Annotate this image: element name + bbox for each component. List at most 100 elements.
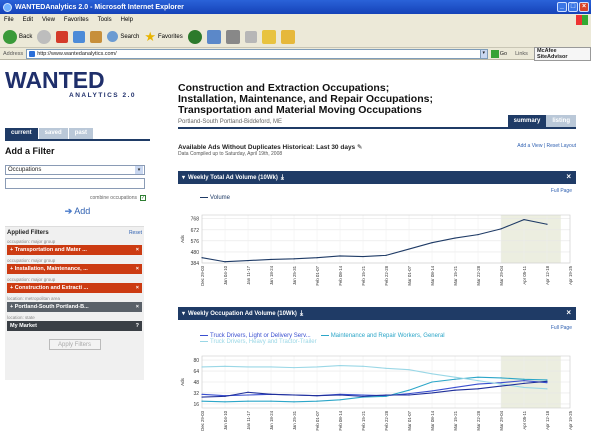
- data-point[interactable]: [316, 395, 318, 397]
- data-point[interactable]: [247, 400, 249, 402]
- data-point[interactable]: [247, 394, 249, 396]
- favorites-button[interactable]: ★ Favorites: [144, 30, 182, 43]
- menu-file[interactable]: File: [4, 17, 14, 23]
- data-point[interactable]: [362, 255, 364, 258]
- data-point[interactable]: [339, 364, 341, 367]
- data-point[interactable]: [431, 242, 433, 244]
- apply-filters-button[interactable]: Apply Filters: [48, 339, 101, 350]
- data-point[interactable]: [201, 396, 203, 398]
- data-point[interactable]: [454, 378, 456, 380]
- menu-favorites[interactable]: Favorites: [64, 17, 89, 23]
- menu-edit[interactable]: Edit: [23, 17, 33, 23]
- refresh-icon[interactable]: [73, 30, 86, 43]
- data-point[interactable]: [270, 400, 272, 402]
- data-point[interactable]: [431, 381, 433, 383]
- data-point[interactable]: [477, 380, 479, 382]
- remove-filter-icon[interactable]: ×: [136, 285, 139, 291]
- data-point[interactable]: [270, 258, 272, 261]
- address-input[interactable]: http://www.wantedanalytics.com/: [26, 48, 481, 59]
- data-point[interactable]: [546, 379, 548, 381]
- filter-chip[interactable]: + Construction and Extracti ... ×: [7, 283, 142, 293]
- data-point[interactable]: [362, 365, 364, 367]
- home-icon[interactable]: [90, 30, 103, 43]
- data-point[interactable]: [523, 382, 525, 384]
- full-page-link[interactable]: Full Page: [551, 188, 572, 194]
- filter-search-input[interactable]: [5, 178, 145, 189]
- data-point[interactable]: [477, 376, 479, 378]
- data-point[interactable]: [523, 380, 525, 382]
- data-point[interactable]: [500, 385, 502, 387]
- mail-icon[interactable]: [206, 29, 221, 44]
- data-point[interactable]: [477, 383, 479, 385]
- layout-links[interactable]: Add a View | Reset Layout: [517, 143, 576, 149]
- data-point[interactable]: [293, 258, 295, 260]
- maximize-icon[interactable]: □: [568, 2, 578, 12]
- filter-chip[interactable]: + Installation, Maintenance, ... ×: [7, 264, 142, 274]
- data-point[interactable]: [293, 367, 295, 369]
- data-point[interactable]: [385, 394, 387, 396]
- data-point[interactable]: [270, 393, 272, 395]
- data-point[interactable]: [362, 395, 364, 397]
- window-close-icon[interactable]: ×: [579, 2, 589, 12]
- data-point[interactable]: [339, 255, 341, 257]
- media-icon[interactable]: [187, 29, 202, 44]
- collapse-icon[interactable]: ▾: [182, 174, 185, 181]
- stop-icon[interactable]: [56, 30, 69, 43]
- address-dropdown-icon[interactable]: ▾: [479, 48, 488, 59]
- data-point[interactable]: [500, 383, 502, 385]
- collapse-icon[interactable]: ▾: [182, 310, 185, 317]
- data-point[interactable]: [523, 378, 525, 380]
- menu-help[interactable]: Help: [121, 17, 133, 23]
- tab-current[interactable]: current: [5, 128, 38, 139]
- data-point[interactable]: [224, 401, 226, 403]
- data-point[interactable]: [224, 261, 226, 263]
- data-point[interactable]: [454, 386, 456, 389]
- messenger-icon[interactable]: [280, 29, 295, 44]
- menu-view[interactable]: View: [42, 17, 55, 23]
- data-point[interactable]: [408, 369, 410, 371]
- data-point[interactable]: [431, 390, 433, 392]
- data-point[interactable]: [201, 366, 203, 368]
- reset-filters-link[interactable]: Reset: [129, 230, 142, 236]
- full-page-link[interactable]: Full Page: [551, 325, 572, 331]
- data-point[interactable]: [454, 376, 456, 378]
- data-point[interactable]: [247, 366, 249, 368]
- data-point[interactable]: [316, 257, 318, 259]
- data-point[interactable]: [224, 395, 226, 397]
- tab-past[interactable]: past: [68, 128, 94, 139]
- tab-saved[interactable]: saved: [38, 128, 68, 139]
- data-point[interactable]: [201, 400, 203, 402]
- tab-listing[interactable]: listing: [546, 115, 576, 127]
- tab-summary[interactable]: summary: [507, 115, 547, 127]
- legend-item[interactable]: Truck Drivers, Heavy and Tractor-Trailer: [200, 339, 490, 345]
- data-point[interactable]: [546, 223, 548, 225]
- data-point[interactable]: [454, 389, 456, 391]
- go-button[interactable]: Go: [490, 49, 507, 58]
- data-point[interactable]: [500, 377, 502, 379]
- data-point[interactable]: [431, 392, 433, 394]
- filter-chip[interactable]: My Market?: [7, 321, 142, 331]
- data-point[interactable]: [546, 388, 548, 390]
- folder-icon[interactable]: [261, 29, 276, 44]
- data-point[interactable]: [477, 388, 479, 390]
- data-point[interactable]: [247, 391, 249, 393]
- data-point[interactable]: [201, 257, 203, 259]
- series-line[interactable]: [201, 376, 548, 403]
- data-point[interactable]: [546, 380, 548, 382]
- data-point[interactable]: [477, 234, 479, 236]
- download-icon[interactable]: ⤓: [300, 310, 303, 318]
- links-label[interactable]: Links: [515, 51, 528, 57]
- data-point[interactable]: [201, 393, 203, 395]
- filter-type-select[interactable]: Occupations ▾: [5, 165, 145, 175]
- data-point[interactable]: [339, 394, 341, 396]
- data-point[interactable]: [339, 399, 341, 401]
- download-icon[interactable]: ⤓: [281, 174, 284, 182]
- remove-filter-icon[interactable]: ×: [136, 304, 139, 310]
- remove-filter-icon[interactable]: ×: [136, 247, 139, 253]
- close-icon[interactable]: ×: [566, 172, 571, 181]
- back-button[interactable]: Back: [3, 29, 32, 44]
- data-point[interactable]: [408, 394, 410, 396]
- close-icon[interactable]: ×: [566, 308, 571, 317]
- print-icon[interactable]: [225, 29, 240, 44]
- edit-icon[interactable]: ✎: [357, 144, 362, 151]
